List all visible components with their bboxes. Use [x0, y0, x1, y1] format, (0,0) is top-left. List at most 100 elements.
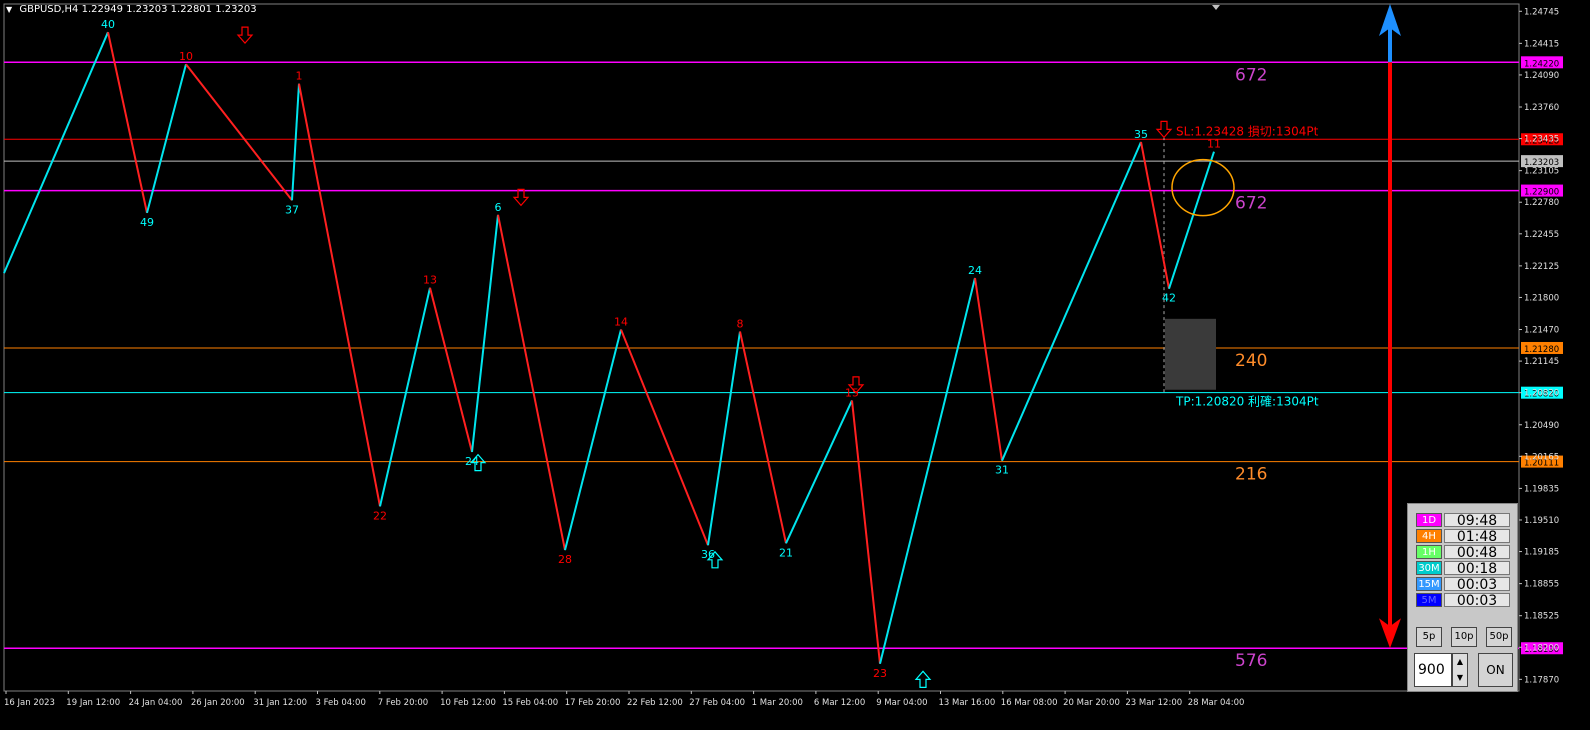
price-tick-label: 1.20820 [1524, 389, 1559, 399]
zigzag-segment [564, 329, 622, 551]
timeframe-row: 5M 00:03 [1416, 592, 1512, 608]
zigzag-segment [107, 31, 148, 214]
time-tick-label: 26 Jan 20:00 [191, 698, 245, 708]
level-count-label: 216 [1235, 465, 1267, 485]
swing-count-label: 1 [296, 70, 303, 83]
zigzag-segment [1001, 141, 1142, 462]
timeframe-code[interactable]: 15M [1416, 577, 1442, 591]
price-tick-label: 1.24090 [1524, 71, 1559, 81]
level-price-label: 1.21280 [1524, 345, 1559, 355]
swing-count-label: 37 [285, 203, 299, 216]
timeframe-row: 15M 00:03 [1416, 576, 1512, 592]
trade-box [1163, 137, 1216, 393]
swing-count-label: 22 [373, 509, 387, 522]
time-tick-label: 3 Feb 04:00 [316, 698, 366, 708]
step-button[interactable]: 10p [1451, 627, 1477, 647]
chart-title: ▼ GBPUSD,H4 1.22949 1.23203 1.22801 1.23… [6, 4, 257, 15]
ohlc-label: 1.22949 1.23203 1.22801 1.23203 [81, 4, 257, 15]
timeframe-row: 1H 00:48 [1416, 544, 1512, 560]
swing-count-label: 13 [423, 274, 437, 287]
swing-count-label: 8 [737, 317, 744, 330]
time-tick-label: 9 Mar 04:00 [876, 698, 927, 708]
zigzag-segment [1168, 151, 1215, 290]
timeframe-code[interactable]: 4H [1416, 529, 1442, 543]
timeframe-code[interactable]: 1H [1416, 545, 1442, 559]
price-tick-label: 1.18200 [1524, 643, 1559, 653]
timeframe-row: 4H 01:48 [1416, 528, 1512, 544]
swing-count-label: 24 [968, 264, 982, 277]
spin-down-icon[interactable]: ▼ [1453, 670, 1467, 686]
trade-annotation-text: TP:1.20820 利確:1304Pt [1175, 394, 1319, 409]
timeframe-countdown: 01:48 [1444, 529, 1510, 544]
step-value-input[interactable]: 900 [1414, 653, 1452, 687]
price-axis: 1.242201.234281.232031.229001.212801.208… [1519, 7, 1563, 685]
step-button[interactable]: 50p [1486, 627, 1512, 647]
time-tick-label: 17 Feb 20:00 [565, 698, 621, 708]
spinner[interactable]: ▲ ▼ [1452, 653, 1468, 687]
time-tick-label: 10 Feb 12:00 [440, 698, 496, 708]
time-tick-label: 16 Jan 2023 [4, 698, 55, 708]
swing-count-label: 23 [873, 667, 887, 680]
time-axis: 16 Jan 2023 19 Jan 12:00 24 Jan 04:00 26 Ja… [4, 691, 1244, 708]
zigzag-segment [471, 214, 499, 453]
price-tick-label: 1.19185 [1524, 548, 1559, 558]
sell-arrow-icon [236, 26, 254, 45]
timeframe-code[interactable]: 30M [1416, 561, 1442, 575]
symbol-label: GBPUSD,H4 [19, 4, 79, 15]
swing-count-label: 11 [1207, 138, 1221, 151]
zigzag-segment [974, 277, 1003, 461]
time-tick-label: 23 Mar 12:00 [1125, 698, 1182, 708]
swing-count-label: 10 [179, 50, 193, 63]
level-count-label: 576 [1235, 651, 1267, 671]
price-tick-label: 1.20490 [1524, 421, 1559, 431]
price-tick-label: 1.18855 [1524, 580, 1559, 590]
time-tick-label: 22 Feb 12:00 [627, 698, 683, 708]
timeframe-countdown: 00:48 [1444, 545, 1510, 560]
price-tick-label: 1.24745 [1524, 7, 1559, 17]
tp-zone-box [1165, 318, 1216, 390]
swing-count-label: 6 [495, 201, 502, 214]
shift-marker-icon [1212, 5, 1220, 10]
timer-panel: 1D 09:48 4H 01:48 1H 00:48 30M 00:18 15M 00:03 5M 0… [1407, 503, 1518, 692]
buy-arrow-icon [914, 670, 932, 688]
timeframe-countdown: 09:48 [1444, 513, 1510, 528]
zigzag-segment [785, 400, 853, 544]
price-tick-label: 1.21145 [1524, 357, 1559, 367]
price-chart[interactable]: 672672240216576 404910371221324628143682… [0, 0, 1590, 730]
collapse-triangle-icon[interactable]: ▼ [6, 5, 12, 14]
price-tick-label: 1.24415 [1524, 39, 1559, 49]
time-tick-label: 1 Mar 20:00 [752, 698, 803, 708]
time-tick-label: 6 Mar 12:00 [814, 698, 865, 708]
timeframe-row: 30M 00:18 [1416, 560, 1512, 576]
timeframe-row: 1D 09:48 [1416, 512, 1512, 528]
swing-count-label: 49 [140, 216, 154, 229]
step-button[interactable]: 5p [1416, 627, 1442, 647]
zigzag-segment [185, 63, 293, 201]
zigzag-segment [3, 31, 109, 274]
zigzag-segment [620, 329, 709, 546]
time-tick-label: 28 Mar 04:00 [1188, 698, 1245, 708]
price-tick-label: 1.19510 [1524, 516, 1559, 526]
time-tick-label: 20 Mar 20:00 [1063, 698, 1120, 708]
time-tick-label: 15 Feb 04:00 [502, 698, 558, 708]
time-tick-label: 7 Feb 20:00 [378, 698, 428, 708]
price-tick-label: 1.23760 [1524, 103, 1559, 113]
swing-count-label: 35 [1134, 128, 1148, 141]
level-count-label: 240 [1235, 351, 1267, 371]
timeframe-code[interactable]: 1D [1416, 513, 1442, 527]
price-tick-label: 1.19835 [1524, 484, 1559, 494]
level-price-label: 1.22900 [1524, 188, 1559, 198]
signal-arrows [236, 26, 1173, 688]
trade-annotation-text: SL:1.23428 損切:1304Pt [1176, 123, 1319, 138]
price-tick-label: 1.23435 [1524, 135, 1559, 145]
time-tick-label: 27 Feb 04:00 [689, 698, 745, 708]
timeframe-countdown: 00:03 [1444, 577, 1510, 592]
zigzag-segment [379, 287, 431, 507]
price-tick-label: 1.17870 [1524, 675, 1559, 685]
spin-up-icon[interactable]: ▲ [1453, 654, 1467, 670]
zigzag-segment [879, 277, 976, 665]
swing-count-label: 31 [995, 464, 1009, 477]
big-arrow [1379, 4, 1401, 649]
on-button[interactable]: ON [1478, 653, 1513, 687]
timeframe-code[interactable]: 5M [1416, 593, 1442, 607]
